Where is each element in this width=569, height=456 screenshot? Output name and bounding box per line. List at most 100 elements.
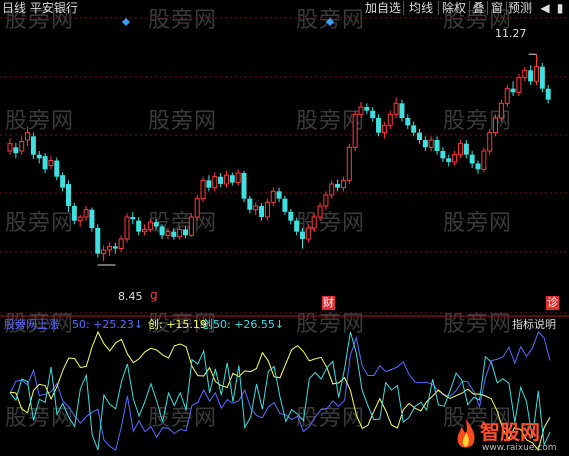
candle-body [183,229,188,236]
candle-body [300,231,305,239]
forecast-button[interactable]: 预测 [507,0,533,16]
candle-body [13,147,19,154]
candle-body [522,69,528,79]
candle-body [387,113,393,126]
indicator-name: 股旁网上涨 [4,318,59,331]
candle-body [147,221,153,230]
candle-body [95,228,101,254]
candle-body [364,107,370,111]
candle-body [376,118,382,133]
candle-body [142,228,148,233]
candle-body [66,184,71,206]
candle-body [539,66,545,89]
candle-body [276,191,282,199]
candle-body [305,227,311,240]
site-logo: 智股网 www.raixue.com [452,418,568,456]
candle-body [516,77,522,93]
back-icon[interactable]: ◀ [538,0,552,16]
indicator-value-1: 50: +25.23↓ [72,318,144,331]
candle-body [118,238,124,250]
candle-body [77,216,83,222]
candle-body [282,198,288,212]
overlay-button[interactable]: 叠 [470,0,487,16]
candle-body [106,245,112,251]
candle-body [405,118,411,126]
candle-body [153,222,159,227]
candle-body [534,66,539,82]
candle-body [481,150,487,170]
candle-body [329,183,335,196]
candle-body [422,140,428,148]
candle-body [358,106,364,115]
candle-body [288,211,294,221]
candle-body [60,175,66,188]
indicator-value-3: 创50: +26.55↓ [202,318,285,331]
candle-body [218,176,224,184]
candle-body [206,180,212,188]
candle-body [270,190,276,203]
candle-body [83,209,89,218]
candle-body [370,110,376,118]
candle-body [504,88,510,104]
indicator-value-2: 创: +15.19 [148,318,207,331]
candle-body [19,140,25,152]
candle-body [7,143,13,152]
candle-body [165,231,171,236]
candle-body [340,179,346,189]
candle-body [440,151,446,159]
candle-body [323,194,329,207]
moving-average-button[interactable]: 均线 [404,0,438,16]
logo-url: www.raixue.com [482,443,557,453]
candle-body [89,209,95,228]
candle-body [528,70,534,82]
toolbar-separator [487,1,488,15]
candle-body [101,249,107,255]
candle-body [545,88,551,100]
diagnose-marker[interactable]: 诊 [546,296,559,310]
candle-body [428,139,434,148]
event-diamond-icon [122,18,130,26]
candle-body [241,173,247,199]
indicator-help-link[interactable]: 指标说明 [512,318,556,332]
toolbar-separator [438,1,439,15]
finance-marker[interactable]: 财 [322,296,335,310]
high-price-label: 11.27 [495,27,527,40]
candle-body [212,176,218,189]
candle-body [194,198,200,218]
candle-body [188,216,194,236]
candle-body [200,179,206,200]
toolbar-separator [506,1,507,15]
ex-rights-button[interactable]: 除权 [439,0,469,16]
candle-body [247,198,253,210]
panel-toggle-icon[interactable]: ▮ [553,0,567,16]
candle-body [25,132,31,141]
add-watchlist-button[interactable]: 加自选 [363,0,403,16]
event-diamond-icon [326,18,334,26]
candle-body [493,117,499,134]
candle-body [393,102,399,115]
candle-body [30,136,36,155]
candle-body [417,132,422,140]
candle-body [54,160,60,177]
candle-body [411,125,417,133]
candle-body [71,206,77,221]
candle-body [124,216,130,240]
toolbar-separator [403,1,404,15]
window-button[interactable]: 窗 [488,0,506,16]
candle-body [498,102,504,119]
kline-chart-window[interactable]: 股旁网 股旁网 股旁网 股旁网 股旁网 股旁网 股旁网 股旁网 股旁网 股旁网 股旁网 股旁网 股旁网股… [0,0,569,456]
candle-body [36,154,42,159]
candle-body [457,143,463,156]
candle-body [130,217,136,220]
candle-body [446,158,452,162]
candle-body [452,154,458,163]
candle-body [510,88,516,93]
candle-body [399,103,405,118]
candle-body [264,201,270,218]
candle-body [311,216,317,229]
candle-body [335,184,341,188]
price-chart-svg[interactable] [0,0,569,456]
g-marker: g [150,288,158,302]
candle-body [352,113,358,148]
chart-title: 日线 平安银行 [2,1,78,15]
